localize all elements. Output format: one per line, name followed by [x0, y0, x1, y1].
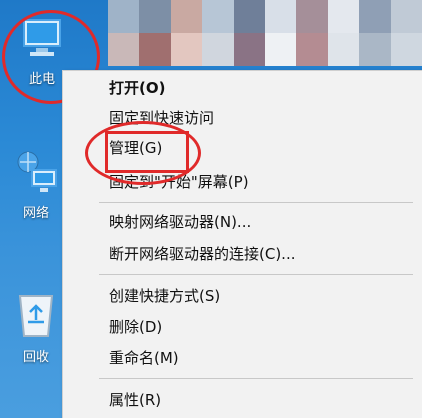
network-icon	[17, 151, 57, 192]
desktop-icon-label: 回收	[22, 350, 49, 365]
menu-item-rename[interactable]: 重命名(M)	[63, 345, 422, 371]
menu-item-open[interactable]: 打开(O)	[63, 75, 422, 101]
desktop-icon-network[interactable]: 网络	[10, 148, 62, 221]
wallpaper-mosaic	[108, 0, 422, 66]
desktop-icon-label: 网络	[22, 206, 49, 221]
desktop: 此电 网络 回收 打开(O) 固定到快速访问 管理(G) 固定到"开始"屏幕(P…	[0, 0, 422, 418]
desktop-icon-recycle-bin[interactable]: 回收	[10, 288, 62, 365]
menu-item-disconnect-network-drive[interactable]: 断开网络驱动器的连接(C)...	[63, 241, 422, 267]
menu-item-delete[interactable]: 删除(D)	[63, 314, 422, 340]
menu-separator	[99, 378, 413, 379]
recycle-bin-icon	[18, 295, 54, 337]
menu-item-create-shortcut[interactable]: 创建快捷方式(S)	[63, 283, 422, 309]
annotation-box-manage	[105, 131, 189, 173]
menu-item-map-network-drive[interactable]: 映射网络驱动器(N)...	[63, 209, 422, 235]
menu-separator	[99, 274, 413, 275]
context-menu: 打开(O) 固定到快速访问 管理(G) 固定到"开始"屏幕(P) 映射网络驱动器…	[62, 70, 422, 418]
menu-separator	[99, 202, 413, 203]
menu-item-properties[interactable]: 属性(R)	[63, 387, 422, 413]
